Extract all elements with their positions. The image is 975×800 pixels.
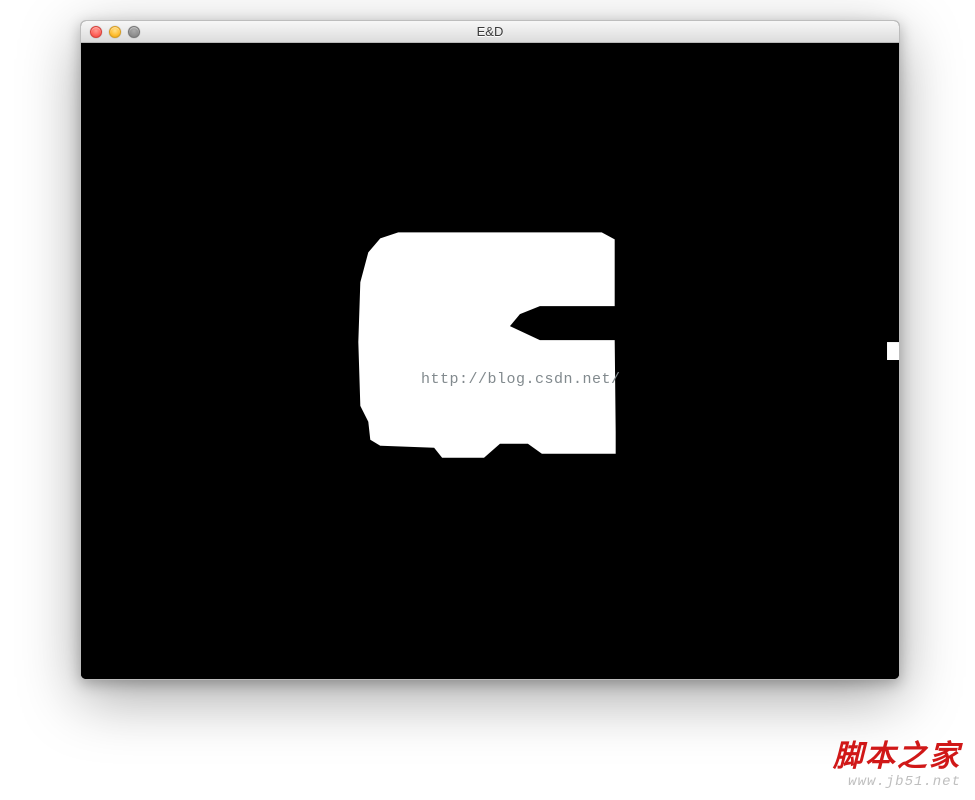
window-title: E&D — [477, 24, 504, 39]
close-icon[interactable] — [90, 26, 102, 38]
traffic-lights-group — [90, 26, 140, 38]
app-window: E&D http://blog.csdn.net/ — [80, 20, 900, 680]
threshold-image — [81, 43, 899, 679]
minimize-icon[interactable] — [109, 26, 121, 38]
zoom-icon[interactable] — [128, 26, 140, 38]
window-content: http://blog.csdn.net/ — [81, 43, 899, 679]
site-watermark-cn: 脚本之家 — [833, 742, 961, 772]
site-watermark: 脚本之家 www.jb51.net — [833, 742, 961, 790]
site-watermark-en: www.jb51.net — [833, 774, 961, 790]
window-titlebar[interactable]: E&D — [81, 21, 899, 43]
watermark-url-text: http://blog.csdn.net/ — [421, 371, 621, 388]
